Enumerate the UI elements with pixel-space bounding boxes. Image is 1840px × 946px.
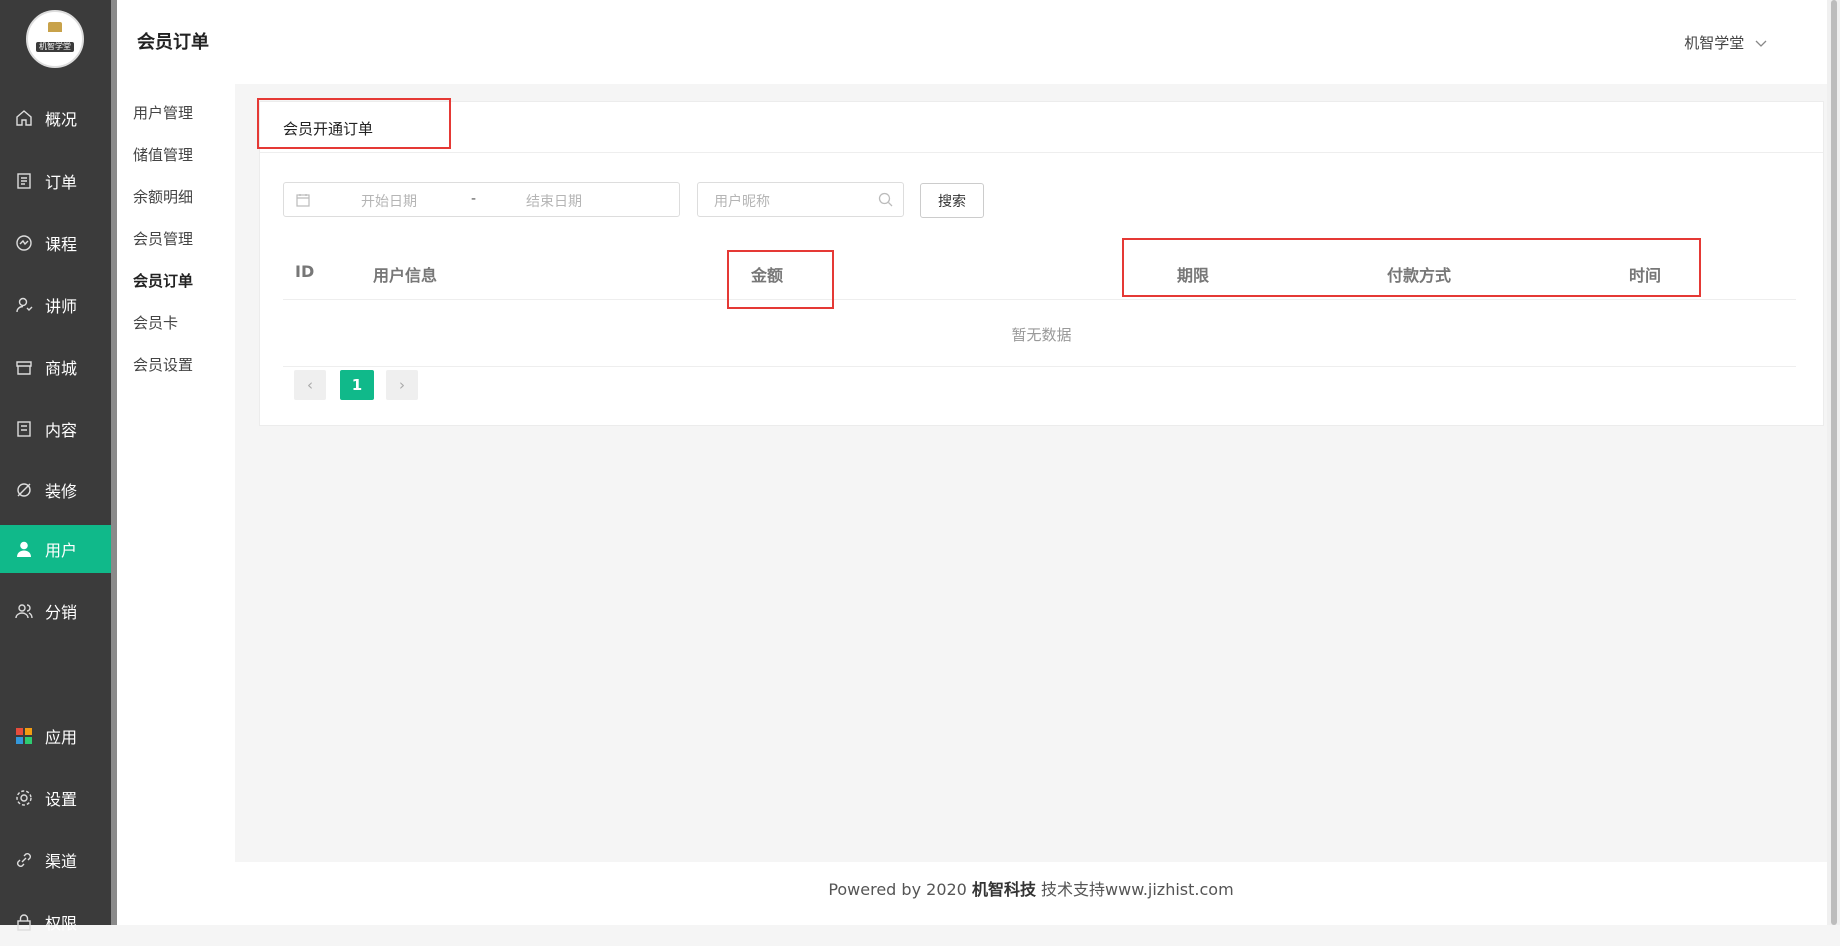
- highlight-box-amount-column: [727, 250, 834, 309]
- pagination-next-button[interactable]: ›: [386, 370, 418, 400]
- sidebar-item-users[interactable]: 用户: [0, 525, 111, 573]
- sidebar-item-channels[interactable]: 渠道: [0, 836, 111, 884]
- sidebar-item-apps[interactable]: 应用: [0, 712, 111, 760]
- teacher-icon: [14, 295, 34, 315]
- sidebar-item-decorate[interactable]: 装修: [0, 466, 111, 514]
- chevron-left-icon: ‹: [307, 376, 313, 394]
- highlight-box-card-title: [257, 98, 451, 149]
- date-separator: -: [471, 191, 477, 207]
- footer-suffix: 技术支持www.jizhist.com: [1035, 880, 1234, 899]
- subnav-item-stored-value[interactable]: 储值管理: [133, 144, 193, 165]
- sidebar-item-label: 渠道: [45, 852, 78, 871]
- subnav-item-member-settings[interactable]: 会员设置: [133, 354, 193, 375]
- user-icon: [14, 539, 34, 559]
- nickname-search-input[interactable]: 用户昵称: [697, 182, 904, 217]
- footer: Powered by 2020 机智科技 技术支持www.jizhist.com: [235, 862, 1827, 925]
- course-icon: [14, 233, 34, 253]
- subnav-item-member-card[interactable]: 会员卡: [133, 312, 178, 333]
- user-menu[interactable]: 机智学堂: [1684, 32, 1767, 53]
- sidebar-item-label: 概况: [45, 110, 78, 129]
- sidebar-item-distribution[interactable]: 分销: [0, 587, 111, 635]
- chevron-down-icon: [1755, 34, 1767, 52]
- sidebar-item-settings[interactable]: 设置: [0, 774, 111, 822]
- sidebar-item-store[interactable]: 商城: [0, 343, 111, 391]
- store-icon: [14, 357, 34, 377]
- sidebar-item-label: 课程: [45, 235, 78, 254]
- order-icon: [14, 171, 34, 191]
- chevron-right-icon: ›: [399, 376, 405, 394]
- column-header-user-info[interactable]: 用户信息: [373, 262, 437, 286]
- column-header-id[interactable]: ID: [295, 262, 314, 281]
- start-date-input[interactable]: 开始日期: [361, 191, 417, 211]
- distribution-icon: [14, 601, 34, 621]
- nickname-placeholder: 用户昵称: [714, 194, 770, 210]
- sidebar-item-label: 分销: [45, 603, 78, 622]
- sidebar-item-label: 内容: [45, 421, 78, 440]
- sidebar-item-teachers[interactable]: 讲师: [0, 281, 111, 329]
- home-icon: [14, 108, 34, 128]
- decorate-icon: [14, 480, 34, 500]
- sidebar-item-label: 订单: [45, 173, 78, 192]
- footer-brand: 机智科技: [971, 880, 1036, 899]
- search-button[interactable]: 搜索: [920, 183, 984, 218]
- date-range-picker[interactable]: 开始日期 - 结束日期: [283, 182, 680, 217]
- main-sidebar: 机智学堂 概况 订单 课程 讲师 商城 内容 装修 用户 分销 应用 设置 渠道…: [0, 0, 111, 933]
- card-header: 会员开通订单: [260, 102, 1823, 153]
- footer-text: Powered by 2020 机智科技 技术支持www.jizhist.com: [235, 876, 1827, 900]
- search-icon: [878, 192, 893, 211]
- user-name: 机智学堂: [1684, 34, 1745, 52]
- subnav-item-user-management[interactable]: 用户管理: [133, 102, 193, 123]
- highlight-box-term-payment-time-columns: [1122, 238, 1701, 297]
- logo-text: 机智学堂: [39, 42, 71, 51]
- sidebar-item-label: 装修: [45, 482, 78, 501]
- apps-icon: [14, 726, 34, 746]
- sidebar-item-content[interactable]: 内容: [0, 405, 111, 453]
- sidebar-item-label: 用户: [45, 541, 78, 560]
- logo-crown-icon: [48, 22, 62, 32]
- brand-logo[interactable]: 机智学堂: [26, 10, 84, 68]
- sidebar-item-overview[interactable]: 概况: [0, 94, 111, 142]
- sidebar-item-permissions[interactable]: 权限: [0, 898, 111, 946]
- content-icon: [14, 419, 34, 439]
- sidebar-item-label: 应用: [45, 728, 78, 747]
- subnav-item-balance-details[interactable]: 余额明细: [133, 186, 193, 207]
- pagination-page-current[interactable]: 1: [340, 370, 374, 400]
- table-header-divider: [283, 299, 1796, 300]
- subnav-item-member-management[interactable]: 会员管理: [133, 228, 193, 249]
- sidebar-item-label: 设置: [45, 790, 78, 809]
- sidebar-item-label: 商城: [45, 359, 78, 378]
- calendar-icon: [296, 192, 310, 211]
- table-bottom-divider: [283, 366, 1796, 367]
- gear-icon: [14, 788, 34, 808]
- empty-state-text: 暂无数据: [1011, 326, 1072, 344]
- link-icon: [14, 850, 34, 870]
- sidebar-item-label: 权限: [45, 914, 78, 933]
- top-header: 会员订单 机智学堂: [117, 0, 1827, 84]
- footer-prefix: Powered by 2020: [828, 880, 972, 899]
- scrollbar-thumb[interactable]: [1831, 0, 1837, 925]
- secondary-nav: 用户管理 储值管理 余额明细 会员管理 会员订单 会员卡 会员设置: [117, 84, 235, 925]
- page-title: 会员订单: [137, 32, 209, 53]
- lock-icon: [14, 912, 34, 932]
- sidebar-item-label: 讲师: [45, 297, 78, 316]
- end-date-input[interactable]: 结束日期: [526, 191, 582, 211]
- sidebar-item-orders[interactable]: 订单: [0, 157, 111, 205]
- subnav-item-member-orders[interactable]: 会员订单: [133, 270, 193, 291]
- pagination-prev-button[interactable]: ‹: [294, 370, 326, 400]
- sidebar-item-courses[interactable]: 课程: [0, 219, 111, 267]
